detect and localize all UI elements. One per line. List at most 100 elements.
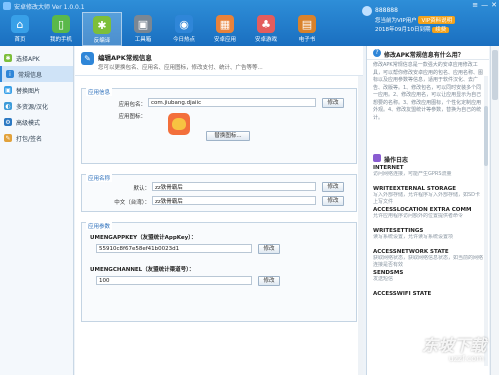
- section-title: 应用信息: [86, 88, 113, 96]
- toolbar-label: 电子书: [298, 37, 316, 43]
- toolbar-decompile[interactable]: ✱ 反编译: [82, 12, 122, 46]
- toolbar-my-phone[interactable]: ▯ 我的手机: [41, 12, 81, 46]
- window-title: 安卓修改大师 Ver 1.0.0.1: [14, 4, 85, 11]
- list-item: INTERNET 访问网络连接，可能产生GPRS流量: [367, 164, 489, 185]
- appkey-input[interactable]: [96, 244, 252, 253]
- package-name-input[interactable]: [148, 98, 316, 107]
- sidebar-item-multi-resource[interactable]: ◐ 多资源/汉化: [0, 98, 73, 114]
- faq-text: 修改APK常规信息是一款强大的安卓应用修改工具，可以帮你修改安卓应用的包名、应用…: [373, 62, 484, 121]
- close-icon[interactable]: ✕: [491, 1, 497, 9]
- list-item: ACCESSLOCATION EXTRA COMM 允许应用程序访问额外的位置提…: [367, 206, 489, 227]
- list-item: SENDSMS 发送短信: [367, 269, 489, 290]
- log-title: 操作日志: [384, 157, 409, 164]
- sidebar: ✱ 选择APK i 常规信息 ▣ 替换图片 ◐ 多资源/汉化 ⚙ 高级模式 ✎ …: [0, 46, 74, 375]
- permission-desc: 获取网络状态，获取网络信息状态，如当前的网络连接是否有效: [373, 255, 483, 268]
- toolbar-ebook[interactable]: ▤ 电子书: [287, 12, 327, 46]
- app-info-group: 应用信息 应用包名： 修改 应用图标： 替换图标...: [81, 88, 357, 164]
- cn-name-input[interactable]: [152, 196, 316, 205]
- permission-name: ACCESSWIFI STATE: [373, 291, 432, 297]
- sidebar-item-label: 高级模式: [16, 119, 41, 127]
- section-title: 应用名称: [86, 174, 113, 182]
- modify-cn-name-button[interactable]: 修改: [322, 196, 344, 206]
- channel-input[interactable]: [96, 276, 252, 285]
- default-name-label: 默认：: [133, 186, 150, 192]
- toolbar-android-games[interactable]: ♣ 安卓游戏: [246, 12, 286, 46]
- phone-icon: ▯: [52, 15, 70, 33]
- sidebar-item-label: 替换图片: [16, 87, 41, 95]
- sidebar-item-general-info[interactable]: i 常规信息: [0, 66, 73, 82]
- watermark: 东坡下载 uzzf.com: [380, 330, 490, 375]
- toolbar-label: 今日热点: [172, 37, 195, 43]
- question-icon: ?: [373, 49, 381, 57]
- app-icon-image: [172, 118, 186, 130]
- game-icon: ♣: [257, 15, 275, 33]
- page-title: 编辑APK常规信息: [98, 54, 152, 62]
- sidebar-item-advanced[interactable]: ⚙ 高级模式: [0, 114, 73, 130]
- expiry-text: 2018年09月10日到期: [375, 27, 431, 33]
- home-icon: ⌂: [11, 15, 29, 33]
- modify-channel-button[interactable]: 修改: [258, 276, 280, 286]
- main-panel: ✎ 编辑APK常规信息 您可以更换包名、应用名、应用图标，修改支付、统计、广告等…: [75, 46, 363, 375]
- sidebar-item-label: 多资源/汉化: [16, 103, 49, 111]
- window-controls: ≡ — ✕: [472, 1, 497, 9]
- title-bar: 安卓修改大师 Ver 1.0.0.1 ⌂ 首页 ▯ 我的手机 ✱ 反编译 ▣ 工…: [0, 0, 499, 46]
- toolbar-home[interactable]: ⌂ 首页: [0, 12, 40, 46]
- app-logo-icon: [3, 2, 11, 10]
- list-item: ACCESSNETWORK STATE 获取网络状态，获取网络信息状态，如当前的…: [367, 248, 489, 269]
- vip-status: 您当前为VIP用户 VIP资料说明: [375, 16, 456, 24]
- sidebar-item-replace-image[interactable]: ▣ 替换图片: [0, 82, 73, 98]
- scrollbar-thumb[interactable]: [492, 50, 498, 100]
- scrollbar-thumb[interactable]: [484, 106, 488, 166]
- minimize-icon[interactable]: —: [481, 1, 488, 9]
- renew-button[interactable]: 续费: [432, 27, 450, 33]
- log-icon: [373, 154, 381, 162]
- modify-package-button[interactable]: 修改: [322, 98, 344, 108]
- toolbar-label: 反编译: [93, 38, 111, 44]
- user-info: 888888 您当前为VIP用户 VIP资料说明 2018年09月10日到期 续…: [362, 4, 472, 38]
- advanced-icon: ⚙: [4, 118, 12, 126]
- toolbar-hot-news[interactable]: ◉ 今日热点: [164, 12, 204, 46]
- list-item: ACCESSWIFI STATE: [367, 290, 489, 298]
- toolbar-label: 安卓游戏: [254, 37, 277, 43]
- sidebar-item-select-apk[interactable]: ✱ 选择APK: [0, 50, 73, 66]
- watermark-text: 东坡下载: [421, 336, 486, 355]
- user-name: 888888: [375, 7, 398, 14]
- toolbar-label: 安卓应用: [213, 37, 236, 43]
- toolbar-android-apps[interactable]: ▦ 安卓应用: [205, 12, 245, 46]
- sidebar-item-package-sign[interactable]: ✎ 打包/签名: [0, 130, 73, 146]
- info-icon: i: [6, 70, 14, 78]
- window-scrollbar[interactable]: [490, 46, 499, 375]
- permission-list: INTERNET 访问网络连接，可能产生GPRS流量 WRITEEXTERNAL…: [367, 164, 489, 298]
- list-item: WRITESETTINGS 读写系统设置，允许读写系统设置项: [367, 227, 489, 248]
- modify-default-name-button[interactable]: 修改: [322, 182, 344, 192]
- app-params-group: 应用参数 UMENGAPPKEY（友盟统计AppKey）： 修改 UMENGCH…: [81, 222, 357, 322]
- apps-icon: ▦: [216, 15, 234, 33]
- modify-appkey-button[interactable]: 修改: [258, 244, 280, 254]
- menu-icon[interactable]: ≡: [472, 1, 478, 9]
- language-icon: ◐: [4, 102, 12, 110]
- permission-desc: 发送短信: [373, 276, 394, 282]
- package-icon: ✎: [4, 134, 12, 142]
- sidebar-item-label: 选择APK: [16, 55, 40, 63]
- help-panel: ? 修改APK常规信息有什么用？ 修改APK常规信息是一款强大的安卓应用修改工具…: [366, 46, 489, 375]
- log-header: 操作日志: [367, 152, 489, 164]
- help-scrollbar[interactable]: [484, 76, 488, 366]
- replace-icon-button[interactable]: 替换图标...: [206, 131, 250, 141]
- list-item: WRITEEXTERNAL STORAGE 写入外部存储，允许程序写入外部存储，…: [367, 185, 489, 206]
- edit-info-icon: ✎: [81, 52, 94, 65]
- faq-header: ? 修改APK常规信息有什么用？: [367, 46, 489, 60]
- vip-info-button[interactable]: VIP资料说明: [418, 16, 456, 24]
- permission-desc: 写入外部存储，允许程序写入外部存储，如SD卡上写文件: [373, 192, 481, 205]
- sidebar-item-label: 打包/签名: [16, 135, 43, 143]
- toolbar-label: 工具箱: [134, 37, 152, 43]
- toolbar-label: 我的手机: [49, 37, 72, 43]
- cn-name-label: 中文（台湾）：: [114, 200, 150, 206]
- app-name-group: 应用名称 默认： 修改 中文（台湾）： 修改: [81, 174, 357, 212]
- main-scrollbar[interactable]: [358, 76, 363, 375]
- android-small-icon: ✱: [4, 54, 12, 62]
- watermark-sub: uzzf.com: [448, 354, 484, 363]
- toolbar-toolbox[interactable]: ▣ 工具箱: [123, 12, 163, 46]
- image-icon: ▣: [4, 86, 12, 94]
- permission-desc: 允许应用程序访问额外的位置提供者命令: [373, 213, 464, 219]
- default-name-input[interactable]: [152, 182, 316, 191]
